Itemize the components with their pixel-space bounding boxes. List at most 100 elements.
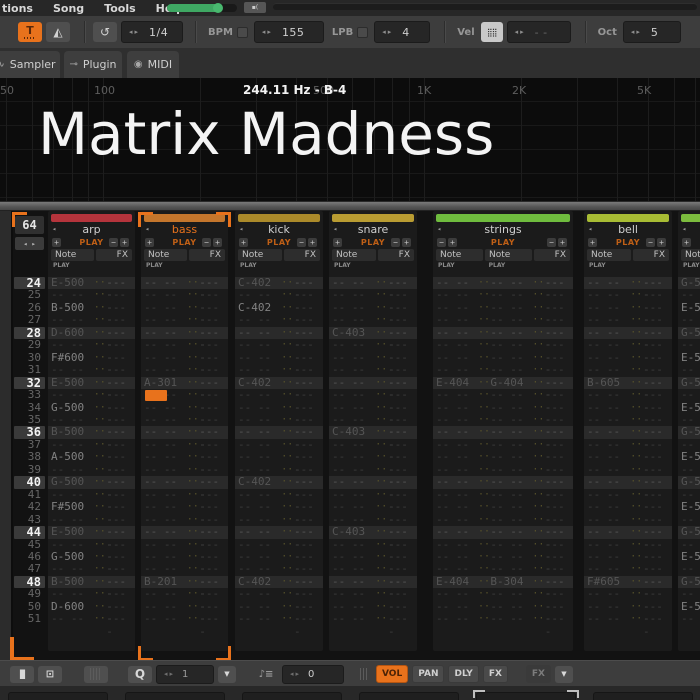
volume-cell[interactable]: ·· (187, 302, 200, 314)
fx-cell[interactable]: ---- (106, 588, 132, 600)
volume-cell[interactable]: ·· (187, 551, 200, 563)
fx-cell[interactable]: ---- (106, 339, 132, 351)
volume-knob[interactable] (213, 3, 223, 13)
volume-cell[interactable]: ·· (375, 314, 388, 326)
track-name[interactable]: snare (329, 223, 417, 236)
toolbar-grip[interactable] (360, 668, 368, 680)
volume-cell[interactable]: ·· (478, 588, 490, 600)
note-cell[interactable]: -- -- (587, 389, 630, 401)
pattern-row[interactable]: -- --··---- (329, 588, 417, 600)
toggle-fx[interactable]: FX (483, 665, 508, 683)
note-cell[interactable]: -- -- (144, 588, 187, 600)
note-cell[interactable]: E-5 (681, 501, 700, 513)
arrow-right-icon[interactable]: ▸ (267, 28, 271, 36)
volume-cell[interactable]: ·· (94, 489, 107, 501)
fx-cell[interactable]: ---- (199, 613, 225, 625)
track-color-bar[interactable] (332, 214, 414, 222)
note-cell[interactable]: -- -- (587, 501, 630, 513)
fx-cell[interactable]: ---- (199, 563, 225, 575)
note-column-header[interactable]: Note (587, 249, 631, 261)
note-cell[interactable]: -- -- (490, 613, 532, 625)
arrow-right-icon[interactable]: ▸ (170, 670, 174, 678)
note-cell[interactable]: -- -- (681, 613, 700, 625)
note-cell[interactable]: -- -- (144, 476, 187, 488)
fx-cell[interactable]: ---- (388, 364, 414, 376)
note-cell[interactable]: -- -- (490, 314, 532, 326)
volume-cell[interactable]: ·· (281, 489, 294, 501)
volume-cell[interactable]: ·· (94, 302, 107, 314)
volume-cell[interactable]: ·· (281, 451, 294, 463)
fx-cell[interactable]: ---- (643, 588, 669, 600)
fx-cell[interactable]: ---- (106, 314, 132, 326)
note-cell[interactable]: -- -- (490, 526, 532, 538)
oct-box[interactable]: ◂ ▸ 5 (623, 21, 681, 43)
fx-cell[interactable]: ---- (388, 389, 414, 401)
volume-cell[interactable]: ·· (187, 339, 200, 351)
pattern-row[interactable]: -- --··---- (584, 526, 672, 538)
note-cell[interactable]: -- -- (436, 389, 478, 401)
volume-cell[interactable]: ·· (281, 402, 294, 414)
volume-cell[interactable]: ·· (281, 501, 294, 513)
note-cell[interactable]: -- -- (681, 389, 700, 401)
fx-dropdown-button[interactable]: ▼ (555, 666, 573, 683)
volume-cell[interactable]: ·· (375, 364, 388, 376)
track-name[interactable]: bell (584, 223, 672, 236)
pattern-row[interactable]: C-402··---- (235, 476, 323, 488)
note-cell[interactable]: -- -- (144, 563, 187, 575)
volume-cell[interactable]: ·· (478, 339, 490, 351)
pattern-row[interactable]: -- --··---- (235, 501, 323, 513)
pattern-step-arrows[interactable]: ◂ ▸ (15, 237, 44, 250)
pattern-row[interactable]: -- --··---- (678, 613, 700, 625)
loop-button[interactable]: ↺ (93, 22, 117, 42)
arrow-left-icon[interactable]: ◂ (631, 28, 635, 36)
volume-cell[interactable]: ·· (94, 389, 107, 401)
pattern-row[interactable]: -- --··---- (584, 389, 672, 401)
volume-cell[interactable]: ·· (532, 289, 544, 301)
note-cell[interactable]: -- -- (436, 563, 478, 575)
pattern-row[interactable]: -- --··-- --··---- (433, 613, 573, 625)
volume-cell[interactable]: ·· (94, 501, 107, 513)
add-column-button[interactable]: + (308, 238, 317, 247)
fx-cell[interactable]: ---- (388, 563, 414, 575)
volume-cell[interactable]: ·· (478, 576, 490, 588)
fx-column-header[interactable]: FX (284, 249, 320, 261)
fx-cell[interactable]: ---- (294, 588, 320, 600)
volume-cell[interactable]: ·· (281, 476, 294, 488)
volume-cell[interactable]: ·· (532, 389, 544, 401)
volume-cell[interactable]: ·· (281, 539, 294, 551)
fx-column-header[interactable]: FX (534, 249, 570, 261)
fx-cell[interactable]: ---- (199, 526, 225, 538)
quantize-button[interactable]: Q (128, 666, 152, 683)
volume-cell[interactable]: ·· (187, 314, 200, 326)
fx-cell[interactable]: ---- (106, 613, 132, 625)
note-cell[interactable]: -- -- (436, 476, 478, 488)
track-name[interactable]: kick (235, 223, 323, 236)
volume-cell[interactable]: ·· (94, 551, 107, 563)
row-number[interactable]: 44 (14, 526, 45, 538)
fx-cell[interactable]: ---- (545, 588, 570, 600)
fx-cell[interactable]: ---- (388, 339, 414, 351)
volume-cell[interactable]: ·· (375, 613, 388, 625)
fx-cell[interactable]: ---- (643, 451, 669, 463)
fx-cell[interactable]: ---- (545, 526, 570, 538)
volume-cell[interactable]: ·· (375, 501, 388, 513)
volume-cell[interactable]: ·· (94, 588, 107, 600)
volume-cell[interactable]: ·· (478, 514, 490, 526)
pattern-row[interactable]: -- --··---- (235, 451, 323, 463)
note-cell[interactable]: -- -- (490, 563, 532, 575)
keyboard-velocity-button[interactable]: ⣿⣿ (481, 22, 503, 42)
add-column-button[interactable]: + (120, 238, 129, 247)
pattern-row[interactable]: -- --··---- (141, 364, 228, 376)
row-number[interactable]: 49 (14, 588, 45, 600)
pattern-row[interactable]: G-5··---- (678, 526, 700, 538)
pattern-left-gutter[interactable] (0, 211, 13, 660)
menu-item-song[interactable]: Song (43, 2, 94, 15)
add-column-button[interactable]: + (657, 238, 666, 247)
volume-cell[interactable]: ·· (532, 601, 544, 613)
row-number[interactable]: 40 (14, 476, 45, 488)
fx-cell[interactable]: ---- (545, 389, 570, 401)
note-cell[interactable]: -- -- (144, 451, 187, 463)
volume-cell[interactable]: ·· (532, 277, 544, 289)
row-number[interactable]: 27 (14, 314, 45, 326)
remove-column-button[interactable]: − (646, 238, 655, 247)
